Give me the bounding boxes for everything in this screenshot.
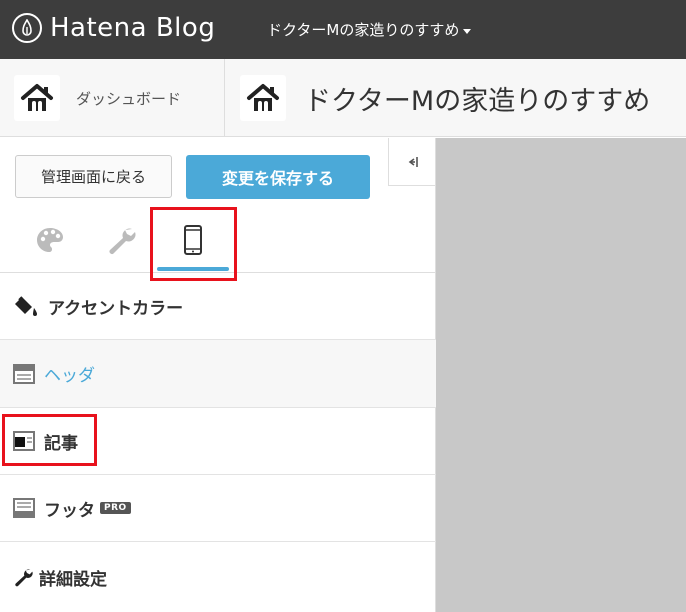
menu-label: フッタ (44, 500, 95, 521)
annotation-highlight-box (2, 414, 97, 466)
menu-item-accent-color[interactable]: アクセントカラー (0, 273, 436, 340)
menu-label: アクセントカラー (48, 298, 184, 319)
caret-down-icon (463, 28, 472, 34)
back-to-admin-button[interactable]: 管理画面に戻る (15, 155, 172, 198)
tab-settings[interactable] (86, 210, 156, 270)
save-changes-button[interactable]: 変更を保存する (186, 155, 370, 199)
logo-text: Hatena Blog (50, 13, 216, 43)
sub-header: ダッシュボード ドクターMの家造りのすすめ (0, 59, 686, 137)
house-icon (14, 75, 60, 121)
blog-switcher-label: ドクターMの家造りのすすめ (267, 21, 460, 39)
top-bar: Hatena Blog ドクターMの家造りのすすめ (0, 0, 686, 59)
collapse-left-icon (408, 156, 418, 167)
footer-layout-icon (13, 498, 35, 518)
palette-icon (37, 228, 63, 252)
hatena-blog-logo[interactable]: Hatena Blog (12, 13, 215, 43)
header-layout-icon (13, 363, 35, 384)
menu-item-header[interactable]: ヘッダ (0, 340, 436, 408)
blog-title: ドクターMの家造りのすすめ (304, 85, 651, 117)
menu-item-footer[interactable]: フッタ PRO (0, 475, 436, 542)
preview-area (436, 138, 686, 612)
paint-bucket-icon (15, 296, 37, 316)
blog-switcher[interactable]: ドクターMの家造りのすすめ (267, 19, 472, 40)
menu-label: ヘッダ (44, 366, 95, 386)
pro-badge: PRO (100, 502, 131, 514)
wrench-icon (109, 228, 136, 254)
hatena-logo-icon (12, 13, 42, 43)
menu-label: 詳細設定 (39, 569, 107, 590)
dashboard-link[interactable]: ダッシュボード (0, 59, 225, 137)
design-sidebar: 管理画面に戻る 変更を保存する アクセントカラー ヘッダ 記事 フッタ PRO … (0, 138, 436, 612)
dashboard-label: ダッシュボード (76, 89, 182, 108)
tab-customize[interactable] (15, 210, 85, 270)
blog-title-link[interactable]: ドクターMの家造りのすすめ (240, 75, 650, 121)
collapse-sidebar-button[interactable] (388, 138, 436, 186)
menu-item-advanced-settings[interactable]: 詳細設定 (0, 542, 436, 612)
house-icon (240, 75, 286, 121)
annotation-highlight-box (150, 207, 237, 281)
wrench-icon (15, 569, 33, 587)
